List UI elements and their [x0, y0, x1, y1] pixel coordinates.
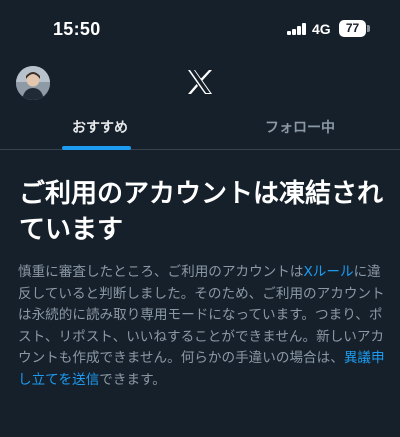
suspension-message: 慎重に審査したところ、ご利用のアカウントはXルールに違反していると判断しました。… [18, 262, 390, 392]
app-screen: 15:50 4G 77 おすすめ フォロー中 ご利用のアカウントは凍結されていま… [0, 0, 400, 437]
tab-following-label: フォロー中 [265, 120, 335, 136]
signal-strength-icon [287, 23, 307, 35]
x-rules-link[interactable]: Xルール [303, 264, 353, 280]
battery-level: 77 [345, 21, 360, 35]
suspension-title: ご利用のアカウントは凍結されています [19, 179, 384, 245]
battery-icon: 77 [339, 20, 366, 37]
avatar-icon [16, 66, 50, 100]
battery-cap [367, 25, 370, 32]
top-header [0, 58, 400, 108]
network-type: 4G [312, 21, 331, 37]
timeline-tabs: おすすめ フォロー中 [0, 108, 400, 150]
tab-following[interactable]: フォロー中 [200, 108, 400, 150]
tab-recommended-label: おすすめ [72, 120, 128, 136]
status-bar: 15:50 4G 77 [0, 0, 400, 58]
status-time: 15:50 [53, 19, 101, 39]
tab-recommended[interactable]: おすすめ [0, 108, 200, 150]
message-text-1: 慎重に審査したところ、ご利用のアカウントは [18, 264, 304, 280]
avatar[interactable] [16, 66, 50, 100]
x-logo-icon [188, 70, 212, 94]
message-text-3: できます。 [99, 371, 166, 388]
active-tab-indicator [62, 146, 131, 150]
